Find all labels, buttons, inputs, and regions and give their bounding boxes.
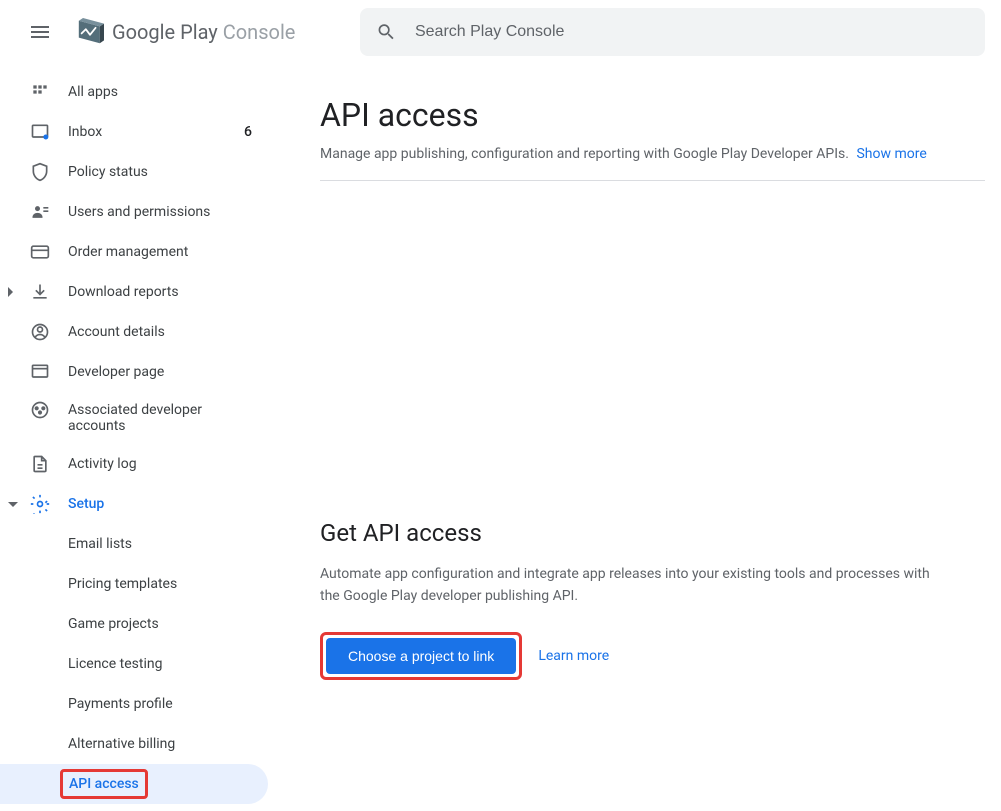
section-title: Get API access <box>320 519 985 547</box>
associated-icon <box>30 400 50 420</box>
hamburger-icon <box>28 20 52 44</box>
highlight-box: Choose a project to link <box>320 632 522 680</box>
sidebar-item-activity-log[interactable]: Activity log <box>0 444 268 484</box>
sidebar-item-setup[interactable]: Setup <box>0 484 268 524</box>
page-description: Manage app publishing, configuration and… <box>320 146 985 181</box>
highlight-box: API access <box>60 769 148 799</box>
learn-more-link[interactable]: Learn more <box>538 648 609 664</box>
sidebar-label: Account details <box>68 324 165 340</box>
sidebar-item-account-details[interactable]: Account details <box>0 312 268 352</box>
section-description: Automate app configuration and integrate… <box>320 563 930 608</box>
show-more-link[interactable]: Show more <box>856 146 926 162</box>
page-title: API access <box>320 96 985 134</box>
credit-card-icon <box>30 242 50 262</box>
apps-icon <box>30 82 50 102</box>
sidebar-label: Download reports <box>68 284 179 300</box>
hamburger-menu[interactable] <box>16 8 64 56</box>
users-icon <box>30 202 50 222</box>
sidebar-label: Policy status <box>68 164 148 180</box>
sidebar-label: All apps <box>68 84 118 100</box>
play-console-icon <box>76 18 104 46</box>
sidebar-item-inbox[interactable]: Inbox 6 <box>0 112 268 152</box>
web-icon <box>30 362 50 382</box>
sidebar-sub-email-lists[interactable]: Email lists <box>0 524 268 564</box>
shield-icon <box>30 162 50 182</box>
sidebar-item-order-management[interactable]: Order management <box>0 232 268 272</box>
download-icon <box>30 282 50 302</box>
sidebar-label: Users and permissions <box>68 204 210 220</box>
sidebar-sub-licence-testing[interactable]: Licence testing <box>0 644 268 684</box>
sidebar-item-developer-page[interactable]: Developer page <box>0 352 268 392</box>
choose-project-button[interactable]: Choose a project to link <box>326 638 516 674</box>
sidebar-sub-api-access[interactable]: API access <box>0 764 268 804</box>
sidebar-label: Order management <box>68 244 188 260</box>
sidebar-label: Developer page <box>68 364 164 380</box>
sidebar-label: Inbox <box>68 124 102 140</box>
logo[interactable]: Google Play Console <box>76 18 295 46</box>
inbox-icon <box>30 122 50 142</box>
sidebar-sub-payments-profile[interactable]: Payments profile <box>0 684 268 724</box>
sidebar-label: Setup <box>68 496 104 512</box>
search-input[interactable] <box>415 23 969 41</box>
sidebar-label: Activity log <box>68 456 137 472</box>
main-content: API access Manage app publishing, config… <box>280 64 1001 811</box>
sidebar-item-all-apps[interactable]: All apps <box>0 72 268 112</box>
sidebar-label: Associated developer accounts <box>68 402 252 434</box>
search-icon <box>376 21 397 43</box>
sidebar-sub-alternative-billing[interactable]: Alternative billing <box>0 724 268 764</box>
sidebar-item-download-reports[interactable]: Download reports <box>0 272 268 312</box>
search-bar[interactable] <box>360 8 985 56</box>
sidebar-item-associated-developer[interactable]: Associated developer accounts <box>0 392 268 444</box>
logo-text: Google Play Console <box>112 20 295 44</box>
sidebar-item-users-permissions[interactable]: Users and permissions <box>0 192 268 232</box>
sidebar-sub-game-projects[interactable]: Game projects <box>0 604 268 644</box>
sidebar-item-policy-status[interactable]: Policy status <box>0 152 268 192</box>
document-icon <box>30 454 50 474</box>
sidebar: All apps Inbox 6 Policy status Users and… <box>0 64 280 811</box>
account-icon <box>30 322 50 342</box>
sidebar-sub-pricing-templates[interactable]: Pricing templates <box>0 564 268 604</box>
inbox-badge: 6 <box>244 124 252 140</box>
gear-icon <box>30 494 50 514</box>
